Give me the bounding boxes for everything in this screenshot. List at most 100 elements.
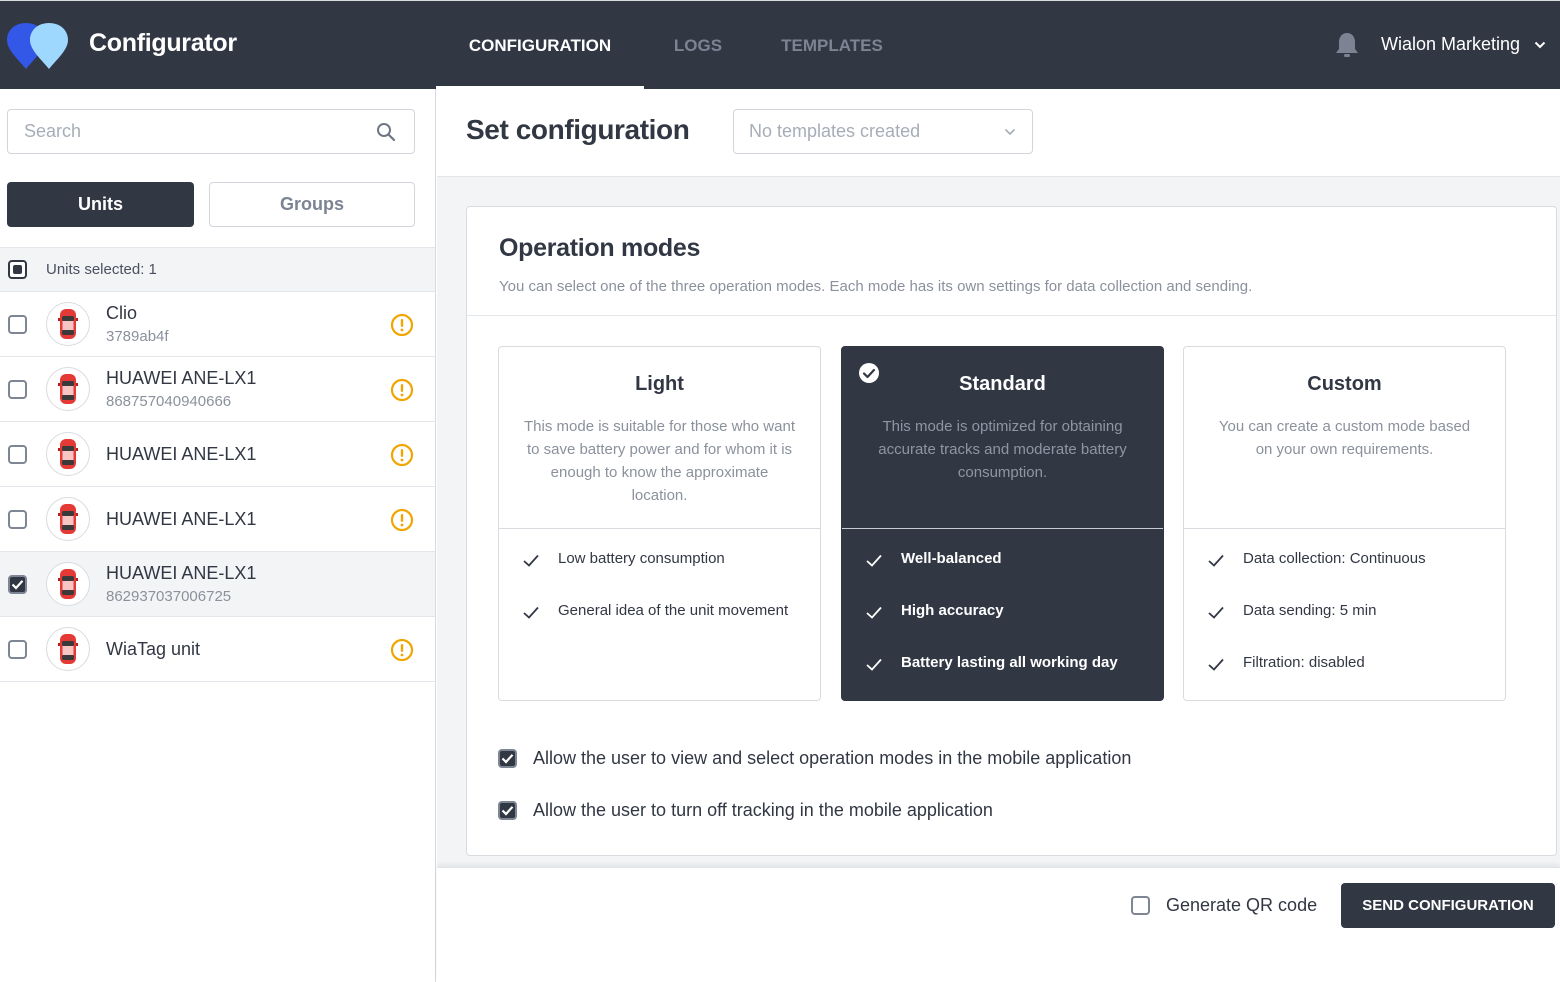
page-title: Set configuration — [466, 114, 690, 145]
check-icon — [523, 606, 539, 619]
divider — [499, 528, 820, 529]
checkmark-icon — [501, 754, 514, 764]
unit-id: 3789ab4f — [106, 328, 169, 345]
mode-title: Custom — [1307, 373, 1382, 395]
unit-text: HUAWEI ANE-LX1 868757040940666 — [106, 368, 256, 410]
warning-icon[interactable] — [390, 378, 414, 402]
tab-templates[interactable]: TEMPLATES — [752, 1, 912, 90]
mode-description: This mode is optimized for obtaining acc… — [878, 418, 1127, 481]
feature-item: Well-balanced — [864, 547, 1147, 570]
feature-item: Filtration: disabled — [1206, 651, 1489, 674]
search-input[interactable] — [8, 110, 348, 153]
template-select[interactable]: No templates created — [733, 109, 1033, 154]
footer-bar: Generate QR code SEND CONFIGURATION — [437, 867, 1560, 982]
user-name: Wialon Marketing — [1381, 34, 1521, 54]
feature-item: Battery lasting all working day — [864, 651, 1147, 674]
section-description: You can select one of the three operatio… — [499, 278, 1253, 295]
car-icon — [58, 439, 78, 469]
avatar — [46, 432, 90, 476]
unit-list: Clio 3789ab4f HUAWEI ANE-LX1 86875704094… — [0, 292, 435, 682]
unit-text: HUAWEI ANE-LX1 862937037006725 — [106, 563, 256, 605]
unit-list-item[interactable]: WiaTag unit — [0, 617, 435, 682]
warning-icon[interactable] — [390, 443, 414, 467]
send-configuration-button[interactable]: SEND CONFIGURATION — [1341, 883, 1555, 928]
check-icon — [866, 658, 882, 671]
unit-list-item[interactable]: HUAWEI ANE-LX1 868757040940666 — [0, 357, 435, 422]
check-icon — [866, 606, 882, 619]
warning-icon[interactable] — [390, 313, 414, 337]
unit-name: HUAWEI ANE-LX1 — [106, 443, 257, 464]
search-icon[interactable] — [376, 122, 396, 142]
mode-title: Light — [635, 373, 684, 395]
map-pin-logo — [7, 23, 68, 69]
selection-summary-row: Units selected: 1 — [0, 247, 435, 292]
unit-text: Clio 3789ab4f — [106, 303, 169, 345]
chevron-down-icon — [1004, 128, 1016, 136]
warning-icon[interactable] — [390, 508, 414, 532]
mode-card-custom[interactable]: Custom You can create a custom mode base… — [1183, 346, 1506, 701]
chevron-down-icon — [1534, 41, 1546, 48]
option-label: Allow the user to turn off tracking in t… — [533, 800, 993, 820]
unit-name: HUAWEI ANE-LX1 — [106, 508, 257, 529]
unit-checkbox[interactable] — [8, 639, 27, 659]
units-tab-button[interactable]: Units — [7, 182, 194, 227]
feature-item: Low battery consumption — [521, 547, 804, 570]
feature-text: Well-balanced — [901, 550, 1002, 567]
unit-name: Clio — [106, 303, 138, 323]
unit-list-item[interactable]: Clio 3789ab4f — [0, 292, 435, 357]
user-menu[interactable]: Wialon Marketing — [1381, 34, 1546, 55]
unit-checkbox[interactable] — [8, 574, 27, 594]
unit-name: WiaTag unit — [106, 638, 201, 659]
feature-text: Data sending: 5 min — [1243, 602, 1377, 619]
feature-text: Battery lasting all working day — [901, 654, 1118, 671]
feature-text: Low battery consumption — [558, 550, 725, 567]
unit-checkbox[interactable] — [8, 314, 27, 334]
allow-turn-off-tracking-option[interactable]: Allow the user to turn off tracking in t… — [498, 800, 993, 821]
tab-configuration[interactable]: CONFIGURATION — [436, 1, 644, 90]
unit-list-item[interactable]: HUAWEI ANE-LX1 — [0, 487, 435, 552]
feature-item: Data collection: Continuous — [1206, 547, 1489, 570]
unit-checkbox[interactable] — [8, 509, 27, 529]
check-icon — [1208, 554, 1224, 567]
unit-checkbox[interactable] — [8, 379, 27, 399]
unit-list-item[interactable]: HUAWEI ANE-LX1 862937037006725 — [0, 552, 435, 617]
avatar — [46, 302, 90, 346]
mode-features: Data collection: Continuous Data sending:… — [1206, 547, 1489, 674]
unit-checkbox[interactable] — [8, 444, 27, 464]
top-bar: Configurator CONFIGURATION LOGS TEMPLATE… — [0, 0, 1560, 90]
check-icon — [1208, 658, 1224, 671]
unit-list-item[interactable]: HUAWEI ANE-LX1 — [0, 422, 435, 487]
allow-turn-off-tracking-checkbox[interactable] — [498, 801, 517, 820]
option-label: Allow the user to view and select operat… — [533, 748, 1132, 768]
unit-id: 862937037006725 — [106, 588, 232, 605]
main-content: Set configuration No templates created O… — [437, 89, 1560, 982]
feature-text: General idea of the unit movement — [558, 602, 789, 619]
warning-icon[interactable] — [390, 638, 414, 662]
mode-card-standard[interactable]: Standard This mode is optimized for obta… — [841, 346, 1164, 701]
check-icon — [866, 554, 882, 567]
template-select-placeholder: No templates created — [749, 121, 921, 141]
tab-logs[interactable]: LOGS — [644, 1, 752, 90]
allow-select-modes-option[interactable]: Allow the user to view and select operat… — [498, 748, 1131, 769]
mode-description: This mode is suitable for those who want… — [524, 418, 795, 504]
bell-icon[interactable] — [1335, 31, 1359, 59]
generate-qr-option[interactable]: Generate QR code — [1131, 895, 1317, 916]
mode-features: Low battery consumption General idea of t… — [521, 547, 804, 622]
unit-name: HUAWEI ANE-LX1 — [106, 563, 257, 583]
car-icon — [58, 374, 78, 404]
mode-card-light[interactable]: Light This mode is suitable for those wh… — [498, 346, 821, 701]
generate-qr-checkbox[interactable] — [1131, 896, 1150, 915]
operation-modes-card: Operation modes You can select one of th… — [466, 206, 1557, 856]
groups-tab-button[interactable]: Groups — [209, 182, 415, 227]
select-all-checkbox[interactable] — [8, 260, 27, 279]
allow-select-modes-checkbox[interactable] — [498, 749, 517, 768]
divider — [467, 315, 1556, 316]
avatar — [46, 497, 90, 541]
mode-title: Standard — [959, 373, 1046, 395]
mode-description: You can create a custom mode based on yo… — [1218, 418, 1471, 458]
check-icon — [1208, 606, 1224, 619]
units-selected-label: Units selected: 1 — [46, 261, 157, 278]
feature-text: Filtration: disabled — [1243, 654, 1365, 671]
divider — [842, 528, 1163, 529]
car-icon — [58, 569, 78, 599]
